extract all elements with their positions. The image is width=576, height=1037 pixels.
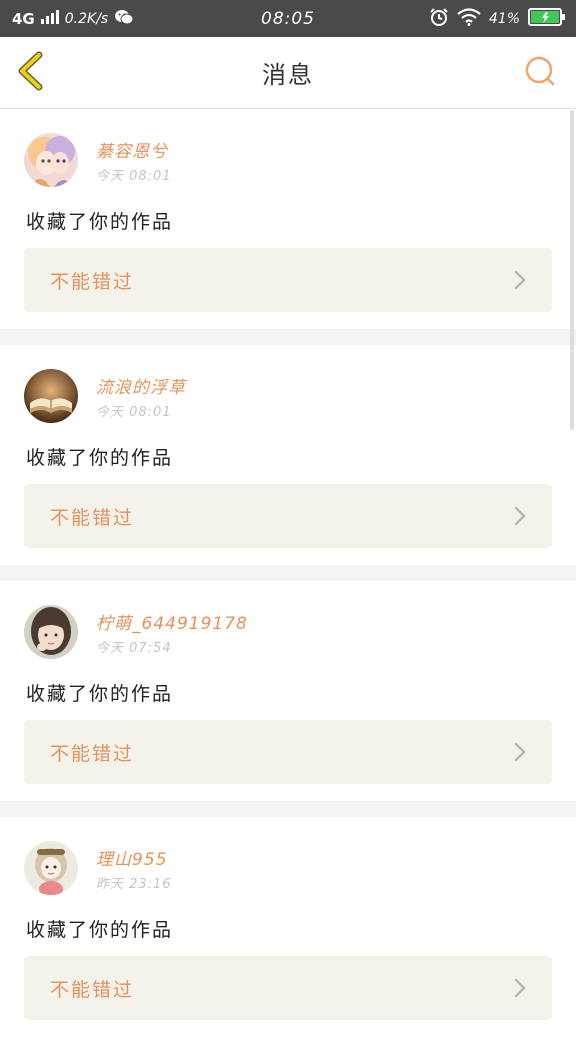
message-time: 今天 08:01 [96, 169, 172, 184]
avatar-girl-icon[interactable] [24, 605, 78, 659]
header-bar: 消息 [0, 37, 576, 109]
message-text: 收藏了你的作品 [26, 447, 174, 469]
message-card: 流浪的浮草 今天 08:01 收藏了你的作品 不能错过 [0, 345, 576, 565]
battery-icon [528, 7, 566, 30]
alarm-icon [429, 7, 449, 31]
action-label: 不能错过 [50, 978, 135, 1001]
avatar-doll-icon[interactable] [24, 841, 78, 895]
chevron-right-icon [510, 742, 530, 762]
user-name[interactable]: 柠萌_644919178 [96, 609, 248, 634]
avatar-book-icon[interactable] [24, 369, 78, 423]
message-time: 昨天 23:16 [96, 877, 172, 892]
status-bar: 4G 0.2K/s 08:05 41% [0, 0, 576, 37]
message-time: 今天 07:54 [96, 641, 172, 656]
action-bar[interactable]: 不能错过 [24, 956, 552, 1020]
action-bar[interactable]: 不能错过 [24, 248, 552, 312]
chevron-right-icon [510, 978, 530, 998]
scrollbar[interactable] [570, 110, 574, 430]
message-card: 綦容恩兮 今天 08:01 收藏了你的作品 不能错过 [0, 109, 576, 329]
message-time: 今天 08:01 [96, 405, 172, 420]
battery-percent: 41% [488, 10, 520, 27]
search-icon [523, 54, 557, 92]
user-name[interactable]: 流浪的浮草 [96, 373, 186, 398]
message-text: 收藏了你的作品 [26, 919, 174, 941]
message-text: 收藏了你的作品 [26, 683, 174, 705]
chevron-right-icon [510, 270, 530, 290]
action-label: 不能错过 [50, 742, 135, 765]
action-bar[interactable]: 不能错过 [24, 720, 552, 784]
message-text: 收藏了你的作品 [26, 211, 174, 233]
action-label: 不能错过 [50, 506, 135, 529]
message-card: 理山955 昨天 23:16 收藏了你的作品 不能错过 [0, 817, 576, 1037]
search-button[interactable] [522, 55, 558, 91]
page-title: 消息 [262, 61, 314, 89]
action-label: 不能错过 [50, 270, 135, 293]
chevron-right-icon [510, 506, 530, 526]
message-card: 柠萌_644919178 今天 07:54 收藏了你的作品 不能错过 [0, 581, 576, 801]
status-right: 41% [429, 0, 566, 37]
avatar-anime-icon[interactable] [24, 133, 78, 187]
user-name[interactable]: 綦容恩兮 [96, 137, 168, 162]
wifi-icon [457, 7, 481, 30]
action-bar[interactable]: 不能错过 [24, 484, 552, 548]
user-name[interactable]: 理山955 [96, 845, 167, 870]
